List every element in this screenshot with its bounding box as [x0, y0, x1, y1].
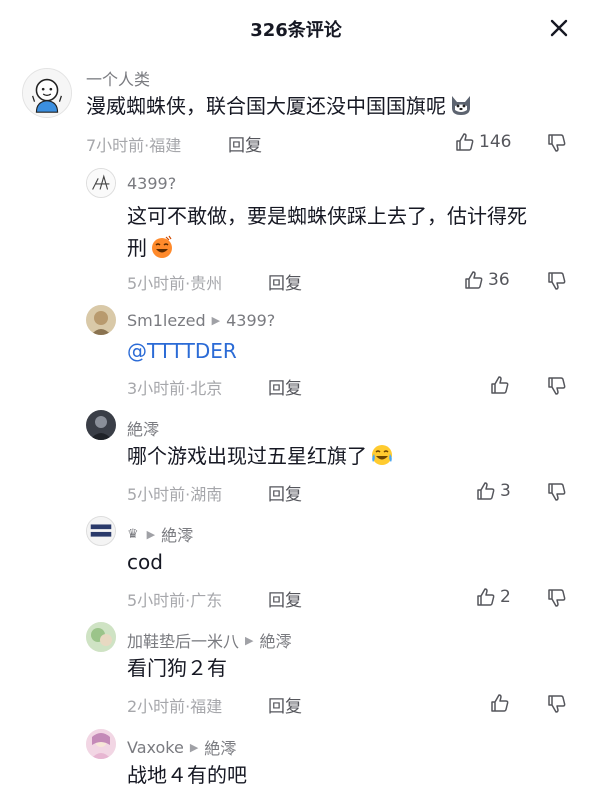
reply-button[interactable]: 回复	[228, 131, 262, 156]
reply-to-name[interactable]: 絶澪	[161, 522, 193, 546]
thumbs-up-icon	[491, 376, 509, 394]
author-name[interactable]: Vaxoke	[127, 738, 184, 757]
author-name[interactable]: 4399?	[127, 174, 176, 193]
comment-text: cod	[127, 550, 163, 574]
comment-reply-item: Sm1lezed ▶ 4399? @TTTTDER 3小时前·北京 回复	[0, 305, 592, 405]
comment-text: 漫威蜘蛛侠，联合国大厦还没中国国旗呢	[86, 90, 474, 122]
comment-author-row: Vaxoke ▶ 絶澪	[127, 735, 236, 759]
comment-text: 战地４有的吧	[127, 763, 247, 787]
comment-text: 这可不敢做，要是蜘蛛侠踩上去了，估计得死刑	[127, 204, 527, 260]
like-count: 146	[479, 132, 512, 152]
comment-count-title: 326条评论	[250, 20, 342, 41]
like-button[interactable]	[489, 374, 511, 396]
like-count: 3	[500, 481, 511, 501]
comment-time-location: 5小时前·广东	[127, 591, 223, 610]
author-name[interactable]: Sm1lezed	[127, 311, 206, 330]
comment-time-location: 5小时前·湖南	[127, 485, 223, 504]
comment-time-location: 7小时前·福建	[86, 136, 182, 155]
comment-reply-item: 4399? 这可不敢做，要是蜘蛛侠踩上去了，估计得死刑 5小时前·贵州 回复 3…	[0, 168, 592, 298]
reply-arrow-icon: ▶	[211, 314, 221, 327]
like-button[interactable]: 3	[475, 480, 511, 502]
comment-reply-item: Vaxoke ▶ 絶澪 战地４有的吧	[0, 729, 592, 800]
thumbs-down-icon[interactable]	[546, 132, 568, 154]
close-icon[interactable]	[548, 17, 570, 39]
thumbs-up-icon	[477, 482, 495, 500]
reply-to-name[interactable]: 絶澪	[204, 735, 236, 759]
reply-button[interactable]: 回复	[268, 692, 302, 717]
reply-arrow-icon: ▶	[146, 527, 156, 541]
comment-item: 一个人类 漫威蜘蛛侠，联合国大厦还没中国国旗呢 7小时前·福建 回复 146	[0, 60, 592, 165]
thumbs-up-icon	[465, 271, 483, 289]
like-count: 36	[488, 270, 510, 290]
comment-time-location: 3小时前·北京	[127, 379, 223, 398]
reply-button[interactable]: 回复	[268, 586, 302, 611]
dog-emoji	[448, 92, 474, 118]
comment-time-location: 2小时前·福建	[127, 697, 223, 716]
comment-author-row: 加鞋垫后一米八 ▶ 絶澪	[127, 628, 292, 652]
comment-time-location: 5小时前·贵州	[127, 274, 223, 293]
author-name[interactable]: 加鞋垫后一米八	[127, 628, 239, 652]
like-button[interactable]	[489, 692, 511, 714]
reply-button[interactable]: 回复	[268, 374, 302, 399]
comment-author-row: 4399?	[127, 174, 176, 193]
thumbs-down-icon[interactable]	[546, 270, 568, 292]
avatar[interactable]	[86, 516, 116, 546]
thumbs-up-icon	[477, 588, 495, 606]
avatar[interactable]	[86, 729, 116, 759]
comment-author-row: Sm1lezed ▶ 4399?	[127, 311, 275, 330]
avatar[interactable]	[86, 305, 116, 335]
comment-author-row: ♛ ▶ 絶澪	[127, 522, 193, 546]
comment-reply-item: ♛ ▶ 絶澪 cod 5小时前·广东 回复 2	[0, 516, 592, 616]
like-count: 2	[500, 587, 511, 607]
thumbs-down-icon[interactable]	[546, 693, 568, 715]
thumbs-down-icon[interactable]	[546, 481, 568, 503]
like-button[interactable]: 146	[454, 131, 511, 153]
comment-reply-item: 絶澪 哪个游戏出现过五星红旗了 5小时前·湖南 回复 3	[0, 410, 592, 510]
thumbs-up-icon	[456, 133, 474, 151]
author-name[interactable]: 絶澪	[127, 416, 159, 440]
reply-arrow-icon: ▶	[189, 740, 199, 754]
thumbs-down-icon[interactable]	[546, 375, 568, 397]
thumbs-down-icon[interactable]	[546, 587, 568, 609]
reply-arrow-icon: ▶	[245, 633, 254, 647]
thumbs-up-icon	[491, 694, 509, 712]
avatar[interactable]	[22, 68, 72, 118]
mention-text[interactable]: @TTTTDER	[127, 335, 237, 367]
author-name[interactable]: 一个人类	[86, 66, 150, 90]
comments-sheet: 326条评论 一个人类 漫威蜘蛛侠，联合国大厦还没中国国旗呢 7小时前·福建 回…	[0, 0, 592, 800]
comment-author-row: 一个人类	[86, 66, 150, 90]
reply-button[interactable]: 回复	[268, 269, 302, 294]
avatar[interactable]	[86, 622, 116, 652]
avatar[interactable]	[86, 410, 116, 440]
comment-text: 哪个游戏出现过五星红旗了	[127, 440, 395, 472]
author-name[interactable]: ♛	[127, 527, 139, 542]
comment-reply-item: 加鞋垫后一米八 ▶ 絶澪 看门狗２有 2小时前·福建 回复	[0, 622, 592, 722]
reply-to-name[interactable]: 絶澪	[259, 628, 291, 652]
laughing-crying-emoji	[149, 234, 175, 260]
like-button[interactable]: 36	[463, 269, 510, 291]
comments-header: 326条评论	[0, 0, 592, 58]
comment-text: 看门狗２有	[127, 656, 227, 680]
crying-laughing-emoji	[369, 442, 395, 468]
like-button[interactable]: 2	[475, 586, 511, 608]
avatar[interactable]	[86, 168, 116, 198]
reply-to-name[interactable]: 4399?	[226, 311, 275, 330]
reply-button[interactable]: 回复	[268, 480, 302, 505]
comment-author-row: 絶澪	[127, 416, 159, 440]
